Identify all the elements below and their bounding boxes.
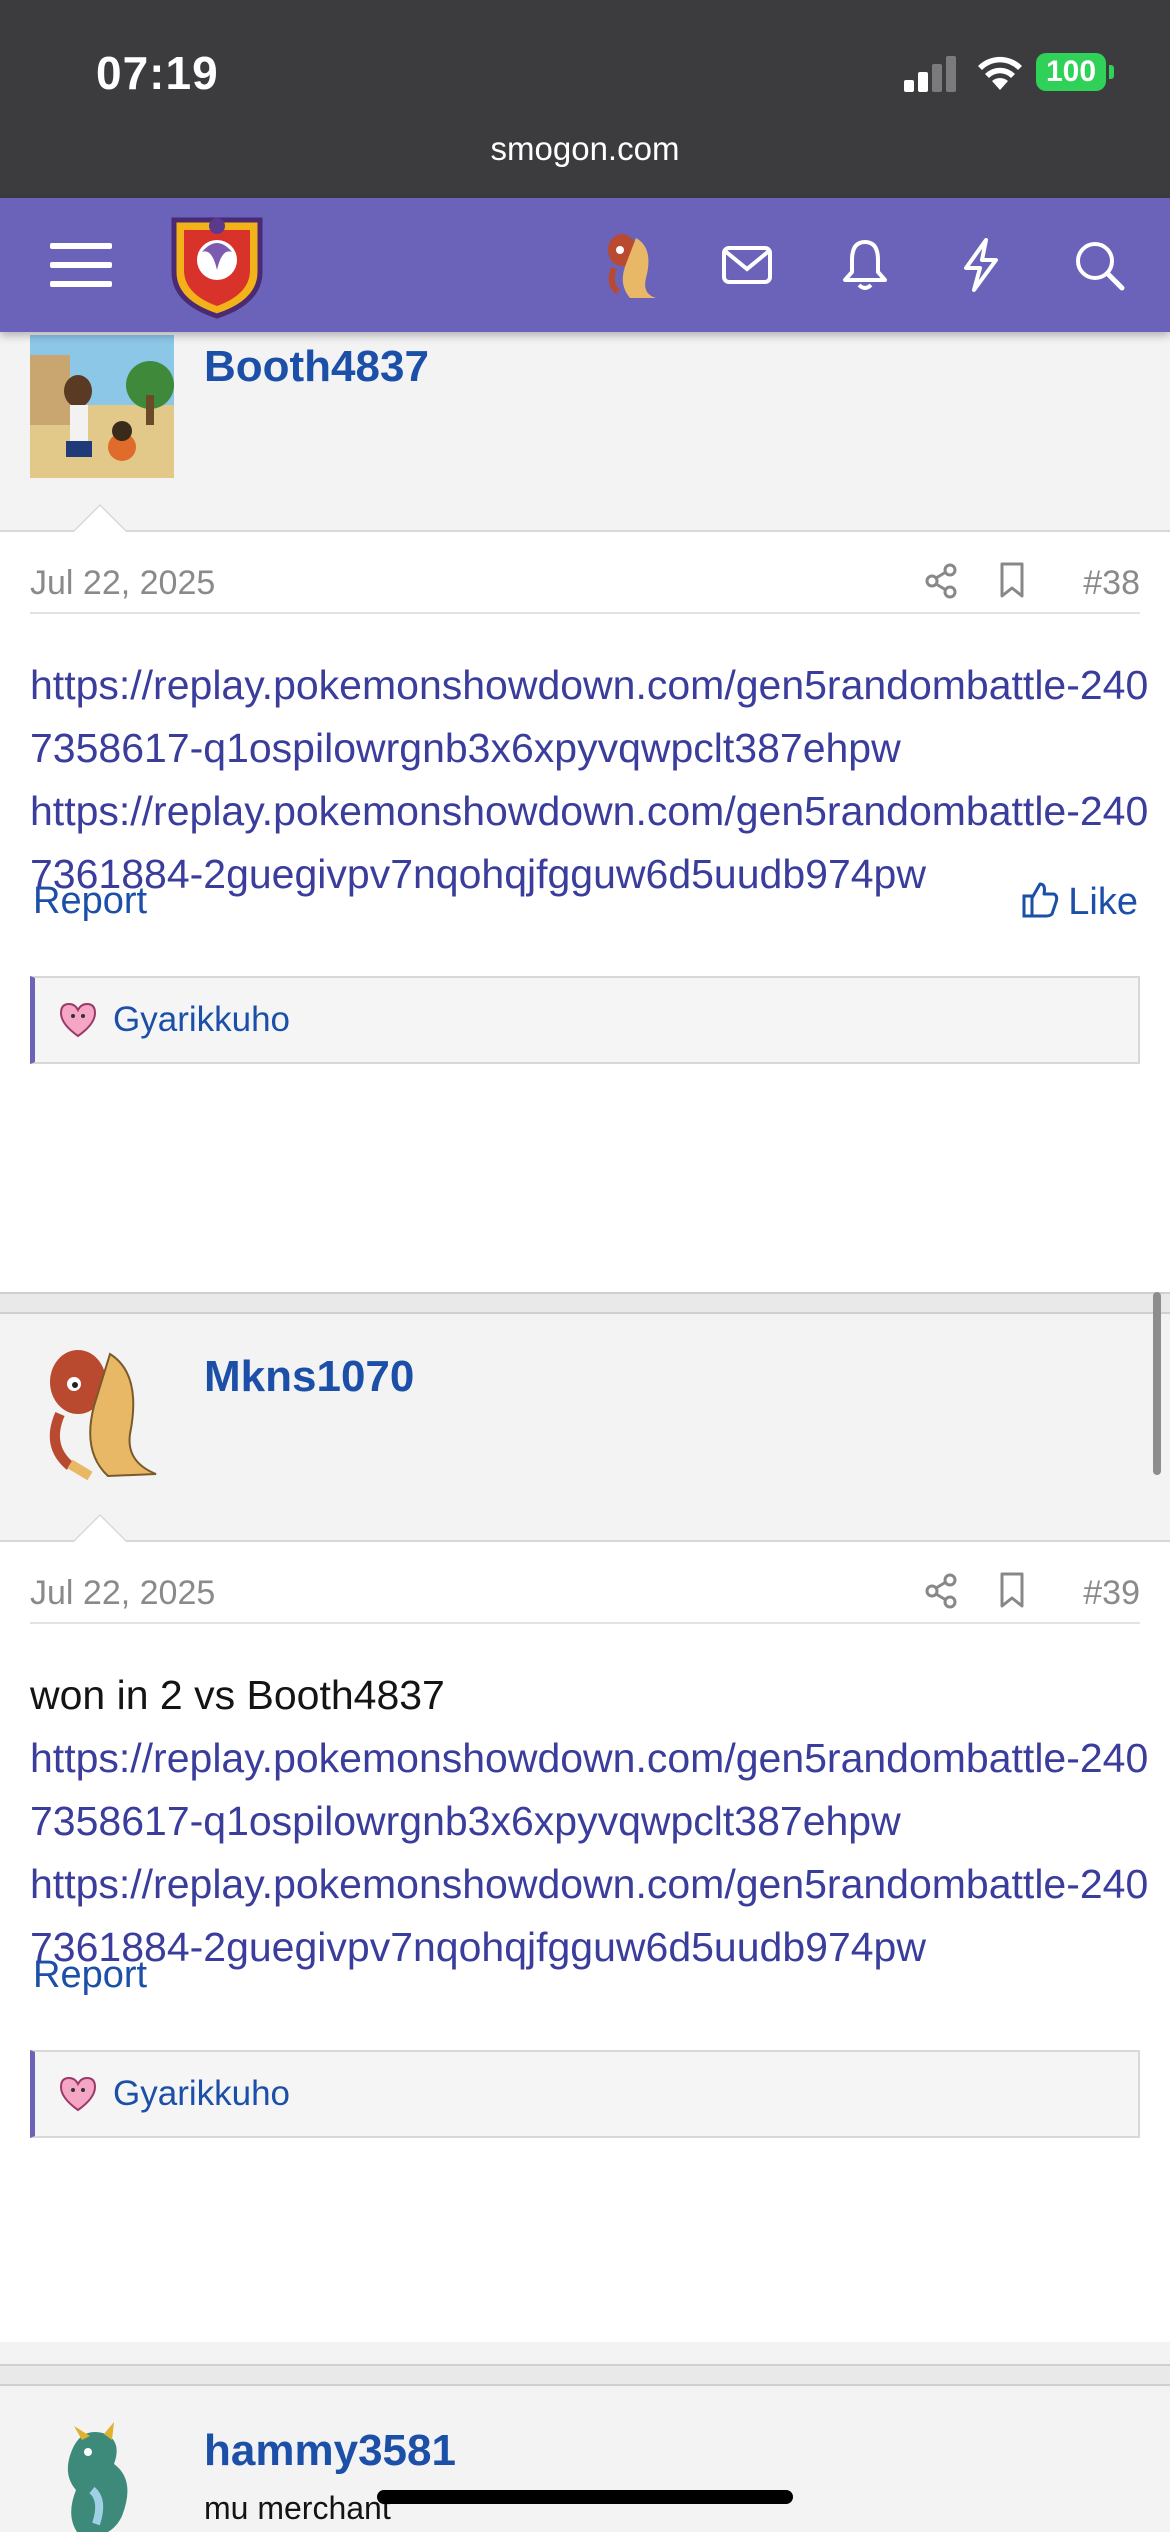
lightning-icon[interactable] <box>946 230 1016 300</box>
status-time: 07:19 <box>96 47 219 99</box>
replay-link[interactable]: https://replay.pokemonshowdown.com/gen5r… <box>30 1727 1150 1853</box>
user-title: mu merchant <box>204 2490 391 2526</box>
cellular-signal-icon <box>904 56 958 92</box>
share-icon[interactable] <box>920 1570 962 1612</box>
reactions-bar[interactable]: Gyarikkuho <box>30 976 1140 1064</box>
reaction-user[interactable]: Gyarikkuho <box>113 1000 290 1040</box>
user-avatar[interactable] <box>52 2420 148 2532</box>
post-meta: Jul 22, 2025 #39 <box>30 1564 1140 1624</box>
post-pointer <box>72 504 128 532</box>
like-label: Like <box>1068 881 1138 923</box>
bookmark-icon[interactable] <box>992 1568 1032 1612</box>
user-avatar[interactable] <box>30 1334 176 1490</box>
post-meta: Jul 22, 2025 #38 <box>30 554 1140 614</box>
reactions-bar[interactable]: Gyarikkuho <box>30 2050 1140 2138</box>
post-author-block: Booth4837 <box>0 332 1170 532</box>
page-scrollbar[interactable] <box>1153 1292 1161 1475</box>
home-indicator[interactable] <box>377 2490 793 2504</box>
replay-link[interactable]: https://replay.pokemonshowdown.com/gen5r… <box>30 780 1150 906</box>
bookmark-icon[interactable] <box>992 558 1032 602</box>
like-button[interactable]: Like <box>1020 880 1138 924</box>
replay-link[interactable]: https://replay.pokemonshowdown.com/gen5r… <box>30 654 1150 780</box>
report-link[interactable]: Report <box>33 1954 147 1997</box>
search-icon[interactable] <box>1064 230 1134 300</box>
heart-reaction-icon <box>59 1002 97 1038</box>
wifi-icon <box>978 56 1022 90</box>
post-separator <box>0 1292 1170 1314</box>
status-bar: 07:19 100 smogon.com <box>0 0 1170 198</box>
smogon-logo-icon[interactable] <box>166 212 268 320</box>
share-icon[interactable] <box>920 560 962 602</box>
heart-reaction-icon <box>59 2076 97 2112</box>
battery-icon: 100 <box>1036 53 1106 91</box>
user-avatar-icon[interactable] <box>596 228 660 302</box>
post-pointer <box>72 1514 128 1542</box>
post-number[interactable]: #39 <box>1083 1574 1140 1613</box>
post-message: won in 2 vs Booth4837 https://replay.pok… <box>30 1664 1150 1979</box>
author-name[interactable]: Booth4837 <box>204 342 429 392</box>
thumbs-up-icon <box>1022 882 1059 918</box>
site-navbar <box>0 198 1170 332</box>
report-link[interactable]: Report <box>33 880 147 923</box>
post-39: Jul 22, 2025 #39 won in 2 vs Booth4837 h… <box>0 1542 1170 2342</box>
post-number[interactable]: #38 <box>1083 564 1140 603</box>
author-name[interactable]: Mkns1070 <box>204 1352 414 1402</box>
user-avatar[interactable] <box>30 335 174 478</box>
mail-icon[interactable] <box>712 230 782 300</box>
bell-icon[interactable] <box>830 230 900 300</box>
author-name[interactable]: hammy3581 <box>204 2426 456 2476</box>
hamburger-menu-icon[interactable] <box>46 230 116 300</box>
replay-link[interactable]: https://replay.pokemonshowdown.com/gen5r… <box>30 1853 1150 1979</box>
post-author-block: hammy3581 mu merchant <box>0 2386 1170 2532</box>
post-intro-text: won in 2 vs Booth4837 <box>30 1672 445 1718</box>
post-date[interactable]: Jul 22, 2025 <box>30 1574 215 1613</box>
post-38: Jul 22, 2025 #38 https://replay.pokemons… <box>0 532 1170 1292</box>
post-separator <box>0 2364 1170 2386</box>
post-author-block: Mkns1070 <box>0 1314 1170 1542</box>
post-message: https://replay.pokemonshowdown.com/gen5r… <box>30 654 1150 906</box>
battery-tip <box>1109 65 1114 79</box>
reaction-user[interactable]: Gyarikkuho <box>113 2074 290 2114</box>
post-date[interactable]: Jul 22, 2025 <box>30 564 215 603</box>
url-bar[interactable]: smogon.com <box>0 130 1170 168</box>
thread-content: Booth4837 Jul 22, 2025 #38 https://repla… <box>0 332 1170 2532</box>
